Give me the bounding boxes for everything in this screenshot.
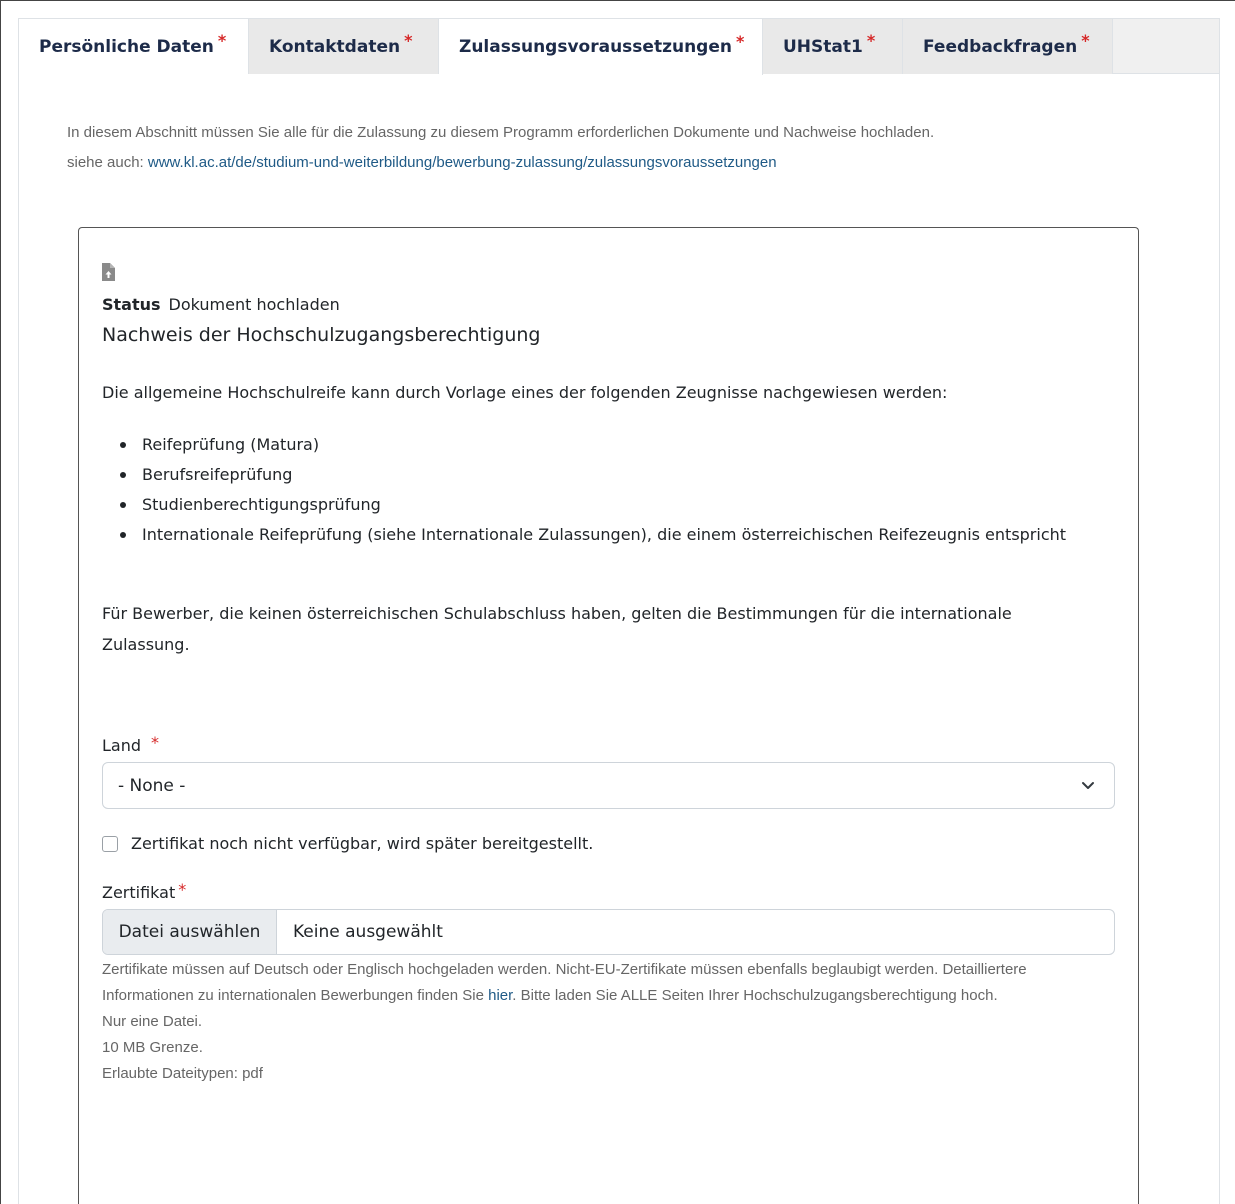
tab-label: Feedbackfragen (923, 36, 1078, 57)
tab-persoenliche-daten[interactable]: Persönliche Daten * (19, 19, 249, 74)
status-value: Dokument hochladen (168, 295, 340, 314)
list-item: Studienberechtigungsprüfung (120, 490, 1070, 520)
tab-bar: Persönliche Daten * Kontaktdaten * Zulassu… (18, 18, 1220, 75)
help-link-hier[interactable]: hier (488, 987, 512, 1004)
see-also-link[interactable]: www.kl.ac.at/de/studium-und-weiterbildun… (148, 154, 777, 171)
required-marker: * (178, 880, 187, 899)
certificate-pending-checkbox[interactable] (102, 835, 118, 852)
tab-label: Kontaktdaten (269, 36, 401, 57)
tab-label: Persönliche Daten (39, 36, 214, 57)
help-size-limit: 10 MB Grenze. (102, 1039, 203, 1056)
chevron-down-icon (1082, 782, 1094, 789)
list-item: Reifeprüfung (Matura) (120, 430, 1070, 460)
international-note: Für Bewerber, die keinen österreichische… (102, 604, 1012, 654)
required-marker: * (404, 31, 413, 50)
tab-label: Zulassungsvoraussetzungen (459, 37, 732, 57)
tab-uhstat1[interactable]: UHStat1 * (763, 19, 903, 74)
document-title: Nachweis der Hochschulzugangsberechtigun… (102, 324, 541, 346)
help-paragraph: Zertifikate müssen auf Deutsch oder Engl… (102, 957, 1092, 1009)
choose-file-button[interactable]: Datei auswählen (103, 910, 277, 954)
file-upload-icon (102, 263, 115, 281)
land-select[interactable]: - None - (102, 762, 1115, 809)
required-marker: * (866, 31, 876, 50)
certificate-list: Reifeprüfung (Matura) Berufsreifeprüfung… (120, 430, 1070, 550)
help-text-2: . Bitte laden Sie ALLE Seiten Ihrer Hoch… (512, 987, 998, 1004)
help-file-types: Erlaubte Dateitypen: pdf (102, 1065, 263, 1082)
see-also-line: siehe auch: www.kl.ac.at/de/studium-und-… (67, 148, 934, 178)
document-status: Status Dokument hochladen (102, 295, 340, 314)
file-status-text: Keine ausgewählt (293, 922, 443, 942)
required-marker: * (217, 31, 227, 50)
zertifikat-label-text: Zertifikat (102, 883, 176, 902)
help-single-file: Nur eine Datei. (102, 1013, 203, 1030)
tab-kontaktdaten[interactable]: Kontaktdaten * (249, 19, 439, 74)
certificate-pending-row: Zertifikat noch nicht verfügbar, wird sp… (102, 834, 593, 853)
upload-help-text: Zertifikate müssen auf Deutsch oder Engl… (102, 957, 1092, 1087)
list-item: Berufsreifeprüfung (120, 460, 1070, 490)
required-marker: * (151, 733, 160, 752)
tab-feedbackfragen[interactable]: Feedbackfragen * (903, 19, 1113, 74)
document-description: Die allgemeine Hochschulreife kann durch… (102, 383, 948, 402)
certificate-file-input[interactable]: Datei auswählen Keine ausgewählt (102, 909, 1115, 955)
certificate-pending-label[interactable]: Zertifikat noch nicht verfügbar, wird sp… (131, 834, 593, 853)
tab-zulassungsvoraussetzungen[interactable]: Zulassungsvoraussetzungen * (439, 19, 763, 75)
status-label: Status (102, 295, 161, 314)
required-marker: * (735, 31, 745, 51)
zertifikat-label: Zertifikat * (102, 880, 187, 902)
intro-text: In diesem Abschnitt müssen Sie alle für … (67, 124, 935, 141)
see-also-prefix: siehe auch: (67, 154, 148, 171)
tab-label: UHStat1 (783, 36, 863, 57)
section-intro: In diesem Abschnitt müssen Sie alle für … (67, 118, 934, 178)
land-label-text: Land (102, 736, 142, 755)
land-label: Land * (102, 733, 160, 755)
land-select-value: - None - (118, 775, 186, 796)
list-item: Internationale Reifeprüfung (siehe Inter… (120, 520, 1070, 550)
required-marker: * (1081, 31, 1090, 50)
